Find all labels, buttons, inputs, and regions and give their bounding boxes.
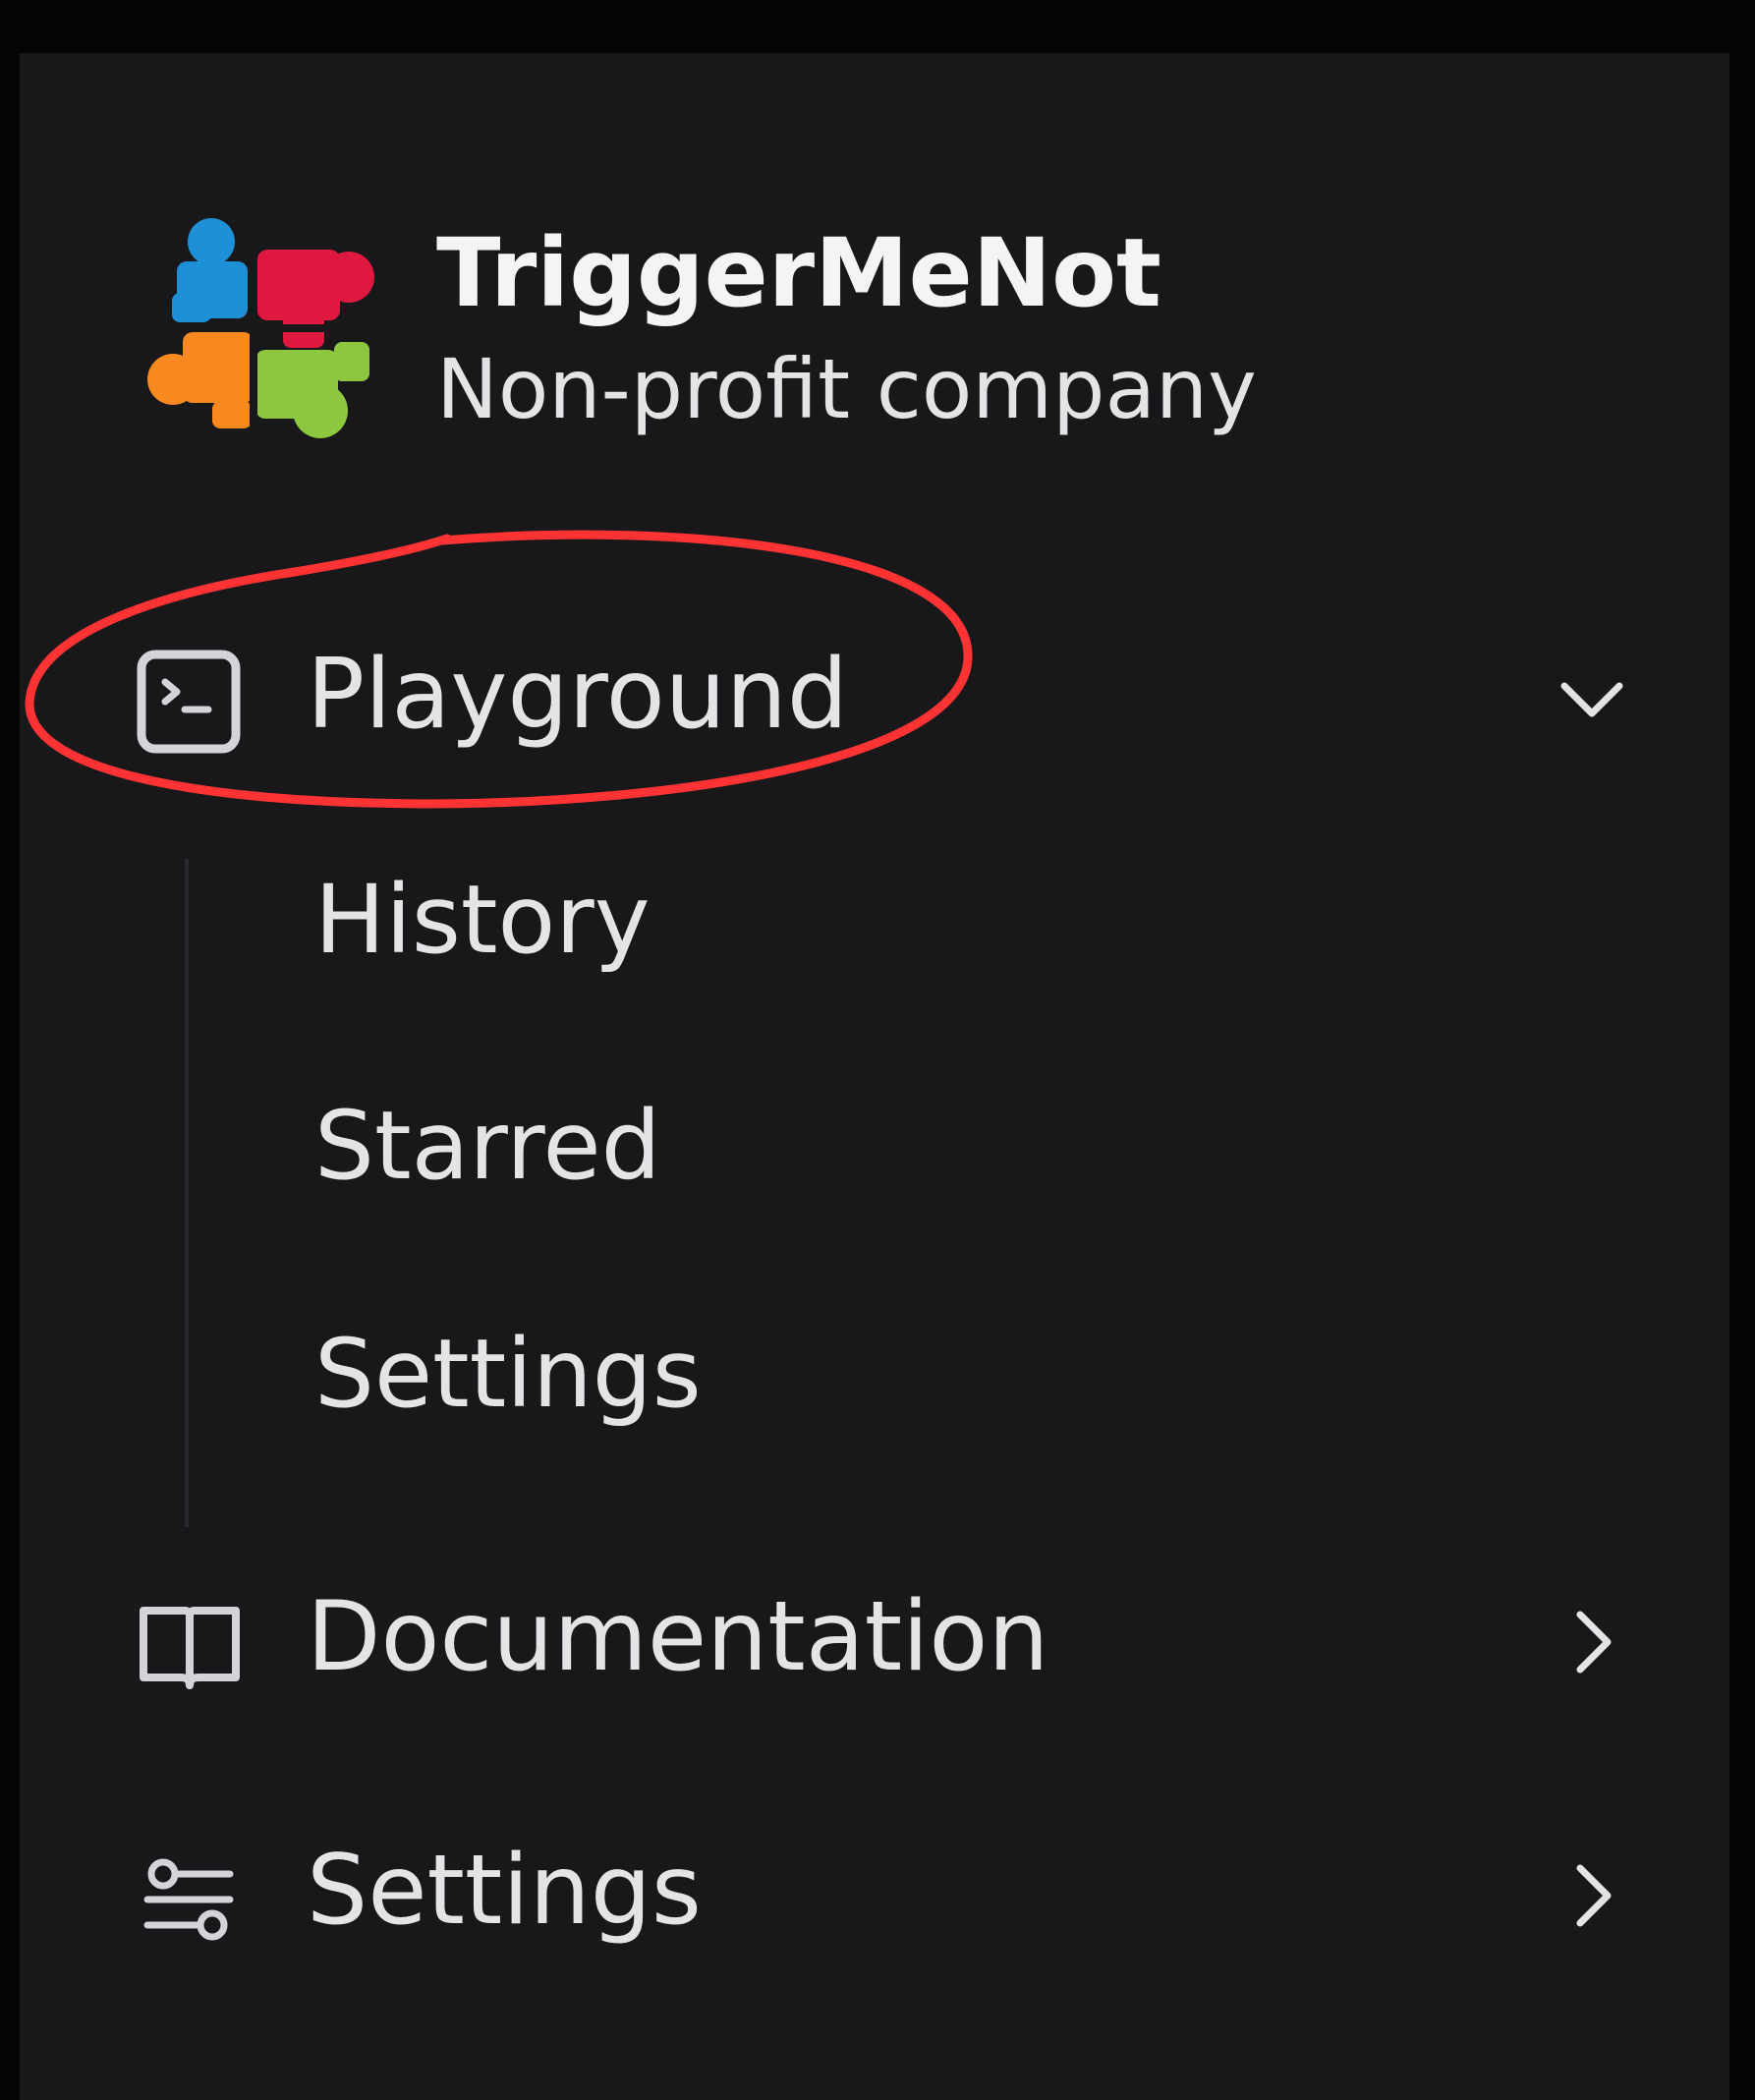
sliders-icon <box>143 1858 234 1941</box>
company-subtitle: Non-profit company <box>436 341 1257 437</box>
submenu-item-starred-label: Starred <box>314 1091 661 1201</box>
sidebar-item-documentation[interactable]: Documentation <box>20 1563 1729 1711</box>
sidebar-item-playground[interactable]: Playground <box>20 621 1729 768</box>
submenu-item-settings-label: Settings <box>314 1319 702 1429</box>
submenu-item-history[interactable]: History <box>314 847 1494 994</box>
company-name: TriggerMeNot <box>436 218 1161 328</box>
submenu-item-settings[interactable]: Settings <box>314 1301 1494 1448</box>
sidebar-item-settings[interactable]: Settings <box>20 1817 1729 1964</box>
puzzle-logo-icon <box>147 218 374 438</box>
chevron-right-icon[interactable] <box>1553 1603 1631 1681</box>
sidebar-item-settings-label: Settings <box>307 1835 702 1947</box>
book-icon <box>140 1607 240 1689</box>
brand-header[interactable]: TriggerMeNot Non-profit company <box>147 214 1425 470</box>
sidebar: TriggerMeNot Non-profit company Playgrou… <box>20 53 1729 2100</box>
submenu-item-starred[interactable]: Starred <box>314 1073 1494 1220</box>
sidebar-item-playground-label: Playground <box>307 639 849 751</box>
sidebar-item-documentation-label: Documentation <box>307 1581 1049 1693</box>
submenu-item-history-label: History <box>314 865 651 975</box>
chevron-down-icon[interactable] <box>1553 660 1631 739</box>
submenu-guide-line <box>185 859 189 1527</box>
chevron-right-icon[interactable] <box>1553 1856 1631 1935</box>
terminal-icon <box>137 650 241 754</box>
screenshot-stage: TriggerMeNot Non-profit company Playgrou… <box>0 0 1755 2100</box>
